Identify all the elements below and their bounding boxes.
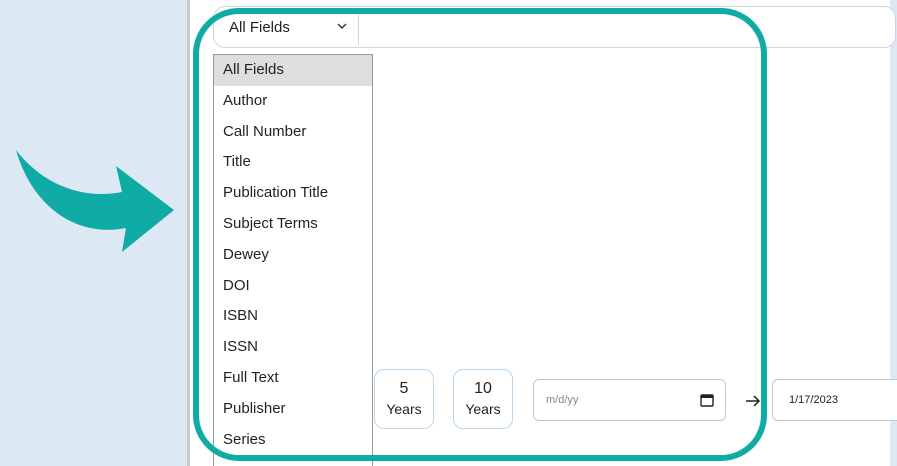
arrow-right-icon — [746, 395, 761, 407]
dropdown-option-all-fields[interactable]: All Fields — [214, 55, 372, 86]
end-date-input[interactable]: 1/17/2023 — [772, 379, 897, 421]
search-field-select[interactable]: All Fields — [217, 9, 359, 45]
dropdown-option-isbn[interactable]: ISBN — [214, 301, 372, 332]
dropdown-option-subject-terms[interactable]: Subject Terms — [214, 209, 372, 240]
dropdown-option-doi[interactable]: DOI — [214, 271, 372, 302]
dropdown-option-series[interactable]: Series — [214, 425, 372, 456]
ten-years-button[interactable]: 10 Years — [453, 369, 513, 429]
dropdown-option-call-number[interactable]: Call Number — [214, 117, 372, 148]
end-date-value: 1/17/2023 — [789, 394, 838, 406]
dropdown-option-issn[interactable]: ISSN — [214, 332, 372, 363]
dropdown-option-publisher[interactable]: Publisher — [214, 394, 372, 425]
dropdown-option-full-text[interactable]: Full Text — [214, 363, 372, 394]
curved-arrow-icon — [16, 150, 174, 252]
dropdown-option-author[interactable]: Author — [214, 86, 372, 117]
five-years-label: Years — [386, 401, 422, 417]
search-field-label: All Fields — [229, 18, 290, 36]
dropdown-option-title[interactable]: Title — [214, 147, 372, 178]
dropdown-option-dewey[interactable]: Dewey — [214, 240, 372, 271]
five-years-number: 5 — [399, 380, 409, 397]
panel-divider — [187, 0, 190, 466]
ten-years-label: Years — [465, 401, 501, 417]
start-date-placeholder: m/d/yy — [546, 394, 579, 406]
ten-years-number: 10 — [474, 380, 492, 397]
start-date-input[interactable]: m/d/yy — [533, 379, 726, 421]
calendar-icon[interactable] — [700, 393, 714, 407]
dropdown-option-publication-title[interactable]: Publication Title — [214, 178, 372, 209]
five-years-button[interactable]: 5 Years — [374, 369, 434, 429]
chevron-down-icon — [337, 23, 347, 29]
search-field-dropdown: All Fields Author Call Number Title Publ… — [213, 54, 373, 466]
